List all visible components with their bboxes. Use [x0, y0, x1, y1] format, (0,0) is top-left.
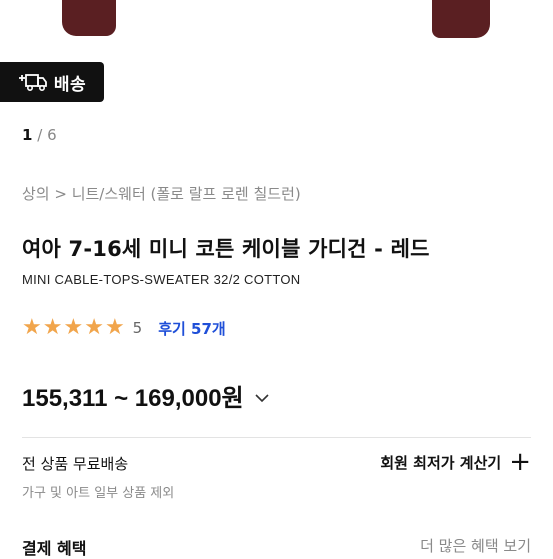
breadcrumb[interactable]: 상의 > 니트/스웨터 (폴로 랄프 로렌 칠드런) — [22, 183, 301, 204]
divider — [22, 437, 531, 438]
delivery-badge-label: 배송 — [53, 74, 87, 95]
member-price-calculator-label: 회원 최저가 계산기 — [380, 453, 502, 472]
sweater-sleeve-right — [432, 0, 490, 38]
shipping-exception-note: 가구 및 아트 일부 상품 제외 — [22, 486, 175, 501]
product-title: 여아 7-16세 미니 코튼 케이블 가디건 - 레드 — [22, 237, 430, 261]
pager-separator: / — [37, 126, 43, 144]
star-icon: ★ — [104, 315, 125, 340]
price-range[interactable]: 155,311 ~ 169,000원 — [22, 378, 270, 413]
member-price-calculator-button[interactable]: 회원 최저가 계산기 + — [380, 447, 531, 477]
star-icon: ★ — [42, 315, 63, 340]
payment-benefits-title: 결제 혜택 — [22, 539, 87, 558]
rating-stars: ★ ★ ★ ★ ★ — [22, 316, 125, 340]
chevron-down-icon[interactable] — [254, 382, 270, 410]
star-icon: ★ — [84, 315, 104, 340]
product-subtitle: MINI CABLE-TOPS-SWEATER 32/2 COTTON — [22, 272, 301, 287]
star-icon: ★ — [63, 315, 84, 340]
delivery-badge: 배송 — [0, 62, 104, 102]
free-shipping-label: 전 상품 무료배송 — [22, 455, 129, 473]
plus-icon: + — [509, 447, 531, 477]
product-image[interactable]: 배송 — [0, 0, 553, 122]
rating-row: ★ ★ ★ ★ ★ 5 후기 57개 — [22, 316, 226, 340]
image-pager: 1 / 6 — [22, 126, 57, 144]
sweater-sleeve-left — [62, 0, 116, 36]
star-icon: ★ — [22, 315, 42, 340]
review-count-link[interactable]: 후기 57개 — [158, 318, 226, 339]
price-range-text: 155,311 ~ 169,000원 — [22, 385, 244, 412]
delivery-truck-icon — [18, 72, 48, 92]
pager-total: 6 — [47, 126, 57, 144]
pager-current: 1 — [22, 126, 33, 144]
rating-score: 5 — [132, 319, 143, 337]
